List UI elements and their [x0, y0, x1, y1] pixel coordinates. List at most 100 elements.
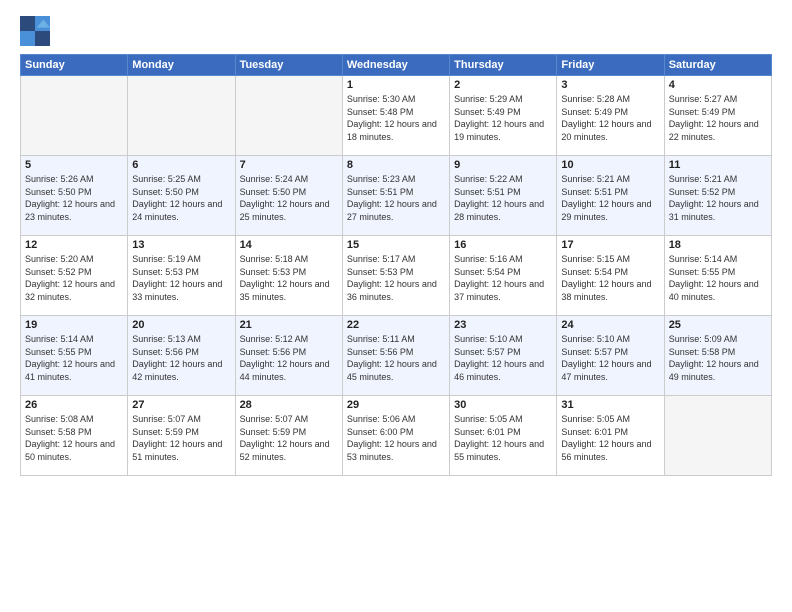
calendar-cell: 12 Sunrise: 5:20 AM Sunset: 5:52 PM Dayli…: [21, 236, 128, 316]
cell-info: Sunrise: 5:24 AM Sunset: 5:50 PM Dayligh…: [240, 173, 338, 223]
cell-info: Sunrise: 5:09 AM Sunset: 5:58 PM Dayligh…: [669, 333, 767, 383]
calendar-cell: [21, 76, 128, 156]
calendar-cell: 2 Sunrise: 5:29 AM Sunset: 5:49 PM Daylig…: [450, 76, 557, 156]
calendar-cell: 6 Sunrise: 5:25 AM Sunset: 5:50 PM Daylig…: [128, 156, 235, 236]
cell-info: Sunrise: 5:08 AM Sunset: 5:58 PM Dayligh…: [25, 413, 123, 463]
calendar-cell: 30 Sunrise: 5:05 AM Sunset: 6:01 PM Dayli…: [450, 396, 557, 476]
day-number: 31: [561, 399, 659, 411]
calendar-cell: 31 Sunrise: 5:05 AM Sunset: 6:01 PM Dayli…: [557, 396, 664, 476]
calendar-cell: 22Sunrise: 5:11 AM Sunset: 5:56 PM Dayli…: [342, 316, 449, 396]
calendar-cell: 25 Sunrise: 5:09 AM Sunset: 5:58 PM Dayli…: [664, 316, 771, 396]
day-number: 3: [561, 79, 659, 91]
cell-info: Sunrise: 5:23 AM Sunset: 5:51 PM Dayligh…: [347, 173, 445, 223]
day-number: 9: [454, 159, 552, 171]
cell-info: Sunrise: 5:10 AM Sunset: 5:57 PM Dayligh…: [454, 333, 552, 383]
cell-info: Sunrise: 5:05 AM Sunset: 6:01 PM Dayligh…: [561, 413, 659, 463]
day-number: 12: [25, 239, 123, 251]
day-number: 29: [347, 399, 445, 411]
calendar-cell: 26 Sunrise: 5:08 AM Sunset: 5:58 PM Dayli…: [21, 396, 128, 476]
calendar-cell: 10 Sunrise: 5:21 AM Sunset: 5:51 PM Dayli…: [557, 156, 664, 236]
cell-info: Sunrise: 5:29 AM Sunset: 5:49 PM Dayligh…: [454, 93, 552, 143]
col-header-saturday: Saturday: [664, 55, 771, 76]
day-number: 6: [132, 159, 230, 171]
cell-info: Sunrise: 5:07 AM Sunset: 5:59 PM Dayligh…: [240, 413, 338, 463]
week-row-4: 19Sunrise: 5:14 AM Sunset: 5:55 PM Dayli…: [21, 316, 772, 396]
col-header-friday: Friday: [557, 55, 664, 76]
calendar-cell: 18Sunrise: 5:14 AM Sunset: 5:55 PM Dayli…: [664, 236, 771, 316]
cell-info: Sunrise: 5:12 AM Sunset: 5:56 PM Dayligh…: [240, 333, 338, 383]
day-number: 16: [454, 239, 552, 251]
day-number: 14: [240, 239, 338, 251]
logo: [20, 16, 54, 46]
col-header-tuesday: Tuesday: [235, 55, 342, 76]
cell-info: Sunrise: 5:05 AM Sunset: 6:01 PM Dayligh…: [454, 413, 552, 463]
day-number: 21: [240, 319, 338, 331]
day-number: 20: [132, 319, 230, 331]
cell-info: Sunrise: 5:26 AM Sunset: 5:50 PM Dayligh…: [25, 173, 123, 223]
col-header-wednesday: Wednesday: [342, 55, 449, 76]
cell-info: Sunrise: 5:06 AM Sunset: 6:00 PM Dayligh…: [347, 413, 445, 463]
day-number: 23: [454, 319, 552, 331]
calendar-cell: [128, 76, 235, 156]
calendar-cell: 7 Sunrise: 5:24 AM Sunset: 5:50 PM Daylig…: [235, 156, 342, 236]
day-number: 5: [25, 159, 123, 171]
calendar-cell: 9 Sunrise: 5:22 AM Sunset: 5:51 PM Daylig…: [450, 156, 557, 236]
day-number: 17: [561, 239, 659, 251]
day-number: 25: [669, 319, 767, 331]
page: SundayMondayTuesdayWednesdayThursdayFrid…: [0, 0, 792, 612]
calendar-cell: 11Sunrise: 5:21 AM Sunset: 5:52 PM Dayli…: [664, 156, 771, 236]
calendar: SundayMondayTuesdayWednesdayThursdayFrid…: [20, 54, 772, 476]
day-number: 15: [347, 239, 445, 251]
cell-info: Sunrise: 5:18 AM Sunset: 5:53 PM Dayligh…: [240, 253, 338, 303]
cell-info: Sunrise: 5:25 AM Sunset: 5:50 PM Dayligh…: [132, 173, 230, 223]
week-row-2: 5 Sunrise: 5:26 AM Sunset: 5:50 PM Daylig…: [21, 156, 772, 236]
calendar-cell: 3 Sunrise: 5:28 AM Sunset: 5:49 PM Daylig…: [557, 76, 664, 156]
day-number: 2: [454, 79, 552, 91]
cell-info: Sunrise: 5:16 AM Sunset: 5:54 PM Dayligh…: [454, 253, 552, 303]
cell-info: Sunrise: 5:14 AM Sunset: 5:55 PM Dayligh…: [669, 253, 767, 303]
cell-info: Sunrise: 5:21 AM Sunset: 5:51 PM Dayligh…: [561, 173, 659, 223]
day-number: 30: [454, 399, 552, 411]
day-number: 22: [347, 319, 445, 331]
day-number: 10: [561, 159, 659, 171]
calendar-cell: 23 Sunrise: 5:10 AM Sunset: 5:57 PM Dayli…: [450, 316, 557, 396]
calendar-cell: 8Sunrise: 5:23 AM Sunset: 5:51 PM Daylig…: [342, 156, 449, 236]
cell-info: Sunrise: 5:21 AM Sunset: 5:52 PM Dayligh…: [669, 173, 767, 223]
cell-info: Sunrise: 5:14 AM Sunset: 5:55 PM Dayligh…: [25, 333, 123, 383]
calendar-cell: 14 Sunrise: 5:18 AM Sunset: 5:53 PM Dayli…: [235, 236, 342, 316]
col-header-monday: Monday: [128, 55, 235, 76]
header: [20, 16, 772, 46]
col-header-sunday: Sunday: [21, 55, 128, 76]
week-row-5: 26 Sunrise: 5:08 AM Sunset: 5:58 PM Dayli…: [21, 396, 772, 476]
cell-info: Sunrise: 5:27 AM Sunset: 5:49 PM Dayligh…: [669, 93, 767, 143]
day-number: 7: [240, 159, 338, 171]
calendar-cell: 15Sunrise: 5:17 AM Sunset: 5:53 PM Dayli…: [342, 236, 449, 316]
calendar-cell: 29 Sunrise: 5:06 AM Sunset: 6:00 PM Dayli…: [342, 396, 449, 476]
day-number: 26: [25, 399, 123, 411]
week-row-1: 1Sunrise: 5:30 AM Sunset: 5:48 PM Daylig…: [21, 76, 772, 156]
cell-info: Sunrise: 5:15 AM Sunset: 5:54 PM Dayligh…: [561, 253, 659, 303]
week-row-3: 12 Sunrise: 5:20 AM Sunset: 5:52 PM Dayli…: [21, 236, 772, 316]
cell-info: Sunrise: 5:07 AM Sunset: 5:59 PM Dayligh…: [132, 413, 230, 463]
col-header-thursday: Thursday: [450, 55, 557, 76]
cell-info: Sunrise: 5:22 AM Sunset: 5:51 PM Dayligh…: [454, 173, 552, 223]
cell-info: Sunrise: 5:28 AM Sunset: 5:49 PM Dayligh…: [561, 93, 659, 143]
calendar-cell: 27Sunrise: 5:07 AM Sunset: 5:59 PM Dayli…: [128, 396, 235, 476]
cell-info: Sunrise: 5:19 AM Sunset: 5:53 PM Dayligh…: [132, 253, 230, 303]
header-row: SundayMondayTuesdayWednesdayThursdayFrid…: [21, 55, 772, 76]
calendar-cell: [664, 396, 771, 476]
calendar-cell: 21 Sunrise: 5:12 AM Sunset: 5:56 PM Dayli…: [235, 316, 342, 396]
cell-info: Sunrise: 5:10 AM Sunset: 5:57 PM Dayligh…: [561, 333, 659, 383]
calendar-cell: 17 Sunrise: 5:15 AM Sunset: 5:54 PM Dayli…: [557, 236, 664, 316]
day-number: 4: [669, 79, 767, 91]
calendar-cell: 13 Sunrise: 5:19 AM Sunset: 5:53 PM Dayli…: [128, 236, 235, 316]
calendar-cell: 5 Sunrise: 5:26 AM Sunset: 5:50 PM Daylig…: [21, 156, 128, 236]
calendar-cell: 4 Sunrise: 5:27 AM Sunset: 5:49 PM Daylig…: [664, 76, 771, 156]
day-number: 24: [561, 319, 659, 331]
calendar-cell: 19Sunrise: 5:14 AM Sunset: 5:55 PM Dayli…: [21, 316, 128, 396]
calendar-cell: 20Sunrise: 5:13 AM Sunset: 5:56 PM Dayli…: [128, 316, 235, 396]
cell-info: Sunrise: 5:20 AM Sunset: 5:52 PM Dayligh…: [25, 253, 123, 303]
day-number: 13: [132, 239, 230, 251]
calendar-cell: 1Sunrise: 5:30 AM Sunset: 5:48 PM Daylig…: [342, 76, 449, 156]
day-number: 1: [347, 79, 445, 91]
